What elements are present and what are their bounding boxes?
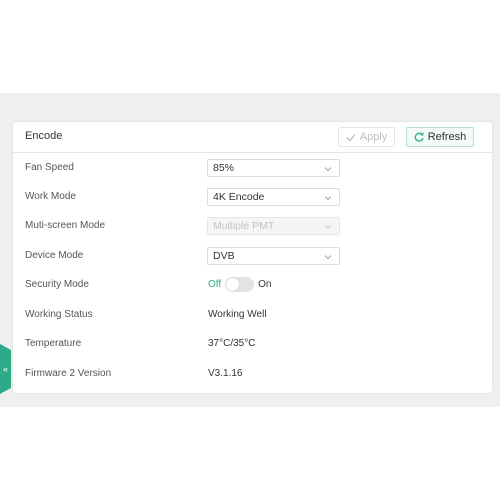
device-mode-label: Device Mode (25, 250, 84, 261)
device-mode-row: Device Mode DVB (25, 247, 475, 267)
work-mode-row: Work Mode 4K Encode (25, 188, 475, 208)
encode-panel: Encode Apply Refresh Fan Speed 85% Work … (13, 122, 492, 393)
apply-button[interactable]: Apply (338, 127, 395, 147)
panel-title: Encode (25, 130, 63, 142)
multi-screen-mode-row: Muti-screen Mode Multiple PMT (25, 217, 475, 237)
switch-knob (226, 278, 240, 291)
fan-speed-label: Fan Speed (25, 162, 74, 173)
fan-speed-value: 85% (213, 162, 235, 174)
work-mode-select[interactable]: 4K Encode (207, 188, 340, 206)
work-mode-value: 4K Encode (213, 191, 265, 203)
check-icon (346, 133, 356, 142)
temperature-label: Temperature (25, 338, 82, 349)
working-status-label: Working Status (25, 309, 93, 320)
refresh-button[interactable]: Refresh (406, 127, 474, 147)
firmware-value: V3.1.16 (208, 368, 243, 379)
security-mode-switch[interactable] (225, 277, 255, 292)
firmware-label: Firmware 2 Version (25, 368, 112, 379)
working-status-row: Working Status Working Well (25, 306, 475, 326)
working-status-value: Working Well (208, 309, 267, 320)
fan-speed-select[interactable]: 85% (207, 159, 340, 177)
chevron-down-icon (324, 255, 332, 260)
security-off-label: Off (208, 279, 222, 290)
apply-button-label: Apply (359, 131, 388, 143)
refresh-button-label: Refresh (427, 131, 467, 143)
double-chevron-left-icon: « (2, 364, 8, 374)
collapse-sidebar-tab[interactable]: « (0, 344, 11, 394)
multi-screen-mode-value: Multiple PMT (213, 220, 275, 232)
chevron-down-icon (324, 196, 332, 201)
fan-speed-row: Fan Speed 85% (25, 159, 475, 179)
firmware-row: Firmware 2 Version V3.1.16 (25, 365, 475, 385)
multi-screen-mode-select: Multiple PMT (207, 217, 340, 235)
chevron-down-icon (324, 167, 332, 172)
security-mode-label: Security Mode (25, 279, 89, 290)
multi-screen-mode-label: Muti-screen Mode (25, 220, 106, 231)
security-on-label: On (258, 279, 272, 290)
temperature-value: 37°C/35°C (208, 338, 256, 349)
panel-header: Encode Apply Refresh (13, 122, 492, 153)
chevron-down-icon (324, 225, 332, 230)
device-mode-select[interactable]: DVB (207, 247, 340, 265)
temperature-row: Temperature 37°C/35°C (25, 335, 475, 355)
security-mode-row: Security Mode Off On (25, 276, 475, 296)
security-mode-toggle-group: Off On (208, 277, 272, 292)
work-mode-label: Work Mode (25, 191, 76, 202)
device-mode-value: DVB (213, 250, 235, 262)
refresh-icon (414, 132, 424, 142)
